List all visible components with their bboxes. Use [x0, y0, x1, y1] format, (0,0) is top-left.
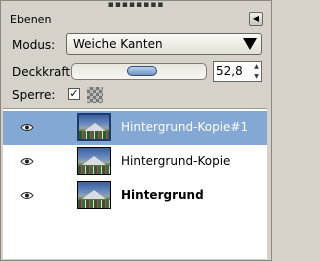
opacity-label: Deckkraft:: [12, 65, 75, 79]
opacity-slider[interactable]: [71, 63, 207, 80]
mode-select[interactable]: Weiche Kanten: [66, 33, 262, 55]
opacity-spinbox[interactable]: ▲ ▼: [213, 61, 262, 82]
spin-up-icon[interactable]: ▲: [252, 62, 261, 71]
panel-menu-button[interactable]: ◀: [249, 12, 263, 26]
mode-row: Modus: Weiche Kanten: [1, 33, 271, 57]
layer-name[interactable]: Hintergrund-Kopie#1: [121, 120, 248, 134]
layer-name[interactable]: Hintergrund: [121, 188, 204, 202]
lock-label: Sperre:: [12, 88, 56, 102]
layer-row[interactable]: Hintergrund-Kopie#1: [3, 111, 267, 145]
layer-thumbnail: [77, 181, 111, 209]
opacity-row: Deckkraft: ▲ ▼: [1, 61, 271, 83]
dropdown-arrow-icon: [243, 38, 257, 50]
opacity-input[interactable]: [216, 64, 250, 78]
lock-row: Sperre: ✓: [1, 87, 271, 103]
layer-list: Hintergrund-Kopie#1 Hintergrund-Kopie Hi…: [3, 108, 267, 259]
spin-down-icon[interactable]: ▼: [252, 72, 261, 81]
eye-icon[interactable]: [20, 191, 34, 200]
layers-dock: ▪▪▪▪▪▪▪▪ Ebenen ◀ Modus: Weiche Kanten D…: [0, 0, 272, 261]
layer-thumbnail: [77, 147, 111, 175]
layer-thumbnail: [77, 113, 111, 141]
layer-row[interactable]: Hintergrund: [3, 179, 267, 213]
eye-icon[interactable]: [20, 157, 34, 166]
opacity-slider-handle[interactable]: [127, 66, 157, 76]
eye-icon[interactable]: [20, 123, 34, 132]
layer-row[interactable]: Hintergrund-Kopie: [3, 145, 267, 179]
panel-header: Ebenen ◀: [5, 11, 269, 28]
triangle-left-icon: ◀: [252, 14, 260, 23]
lock-alpha-icon[interactable]: [87, 87, 103, 103]
layer-name[interactable]: Hintergrund-Kopie: [121, 154, 230, 168]
lock-pixels-checkbox[interactable]: ✓: [68, 88, 80, 100]
mode-value: Weiche Kanten: [73, 37, 163, 51]
panel-title: Ebenen: [10, 13, 52, 26]
mode-label: Modus:: [12, 38, 56, 52]
dock-drag-handle[interactable]: ▪▪▪▪▪▪▪▪: [1, 1, 271, 10]
